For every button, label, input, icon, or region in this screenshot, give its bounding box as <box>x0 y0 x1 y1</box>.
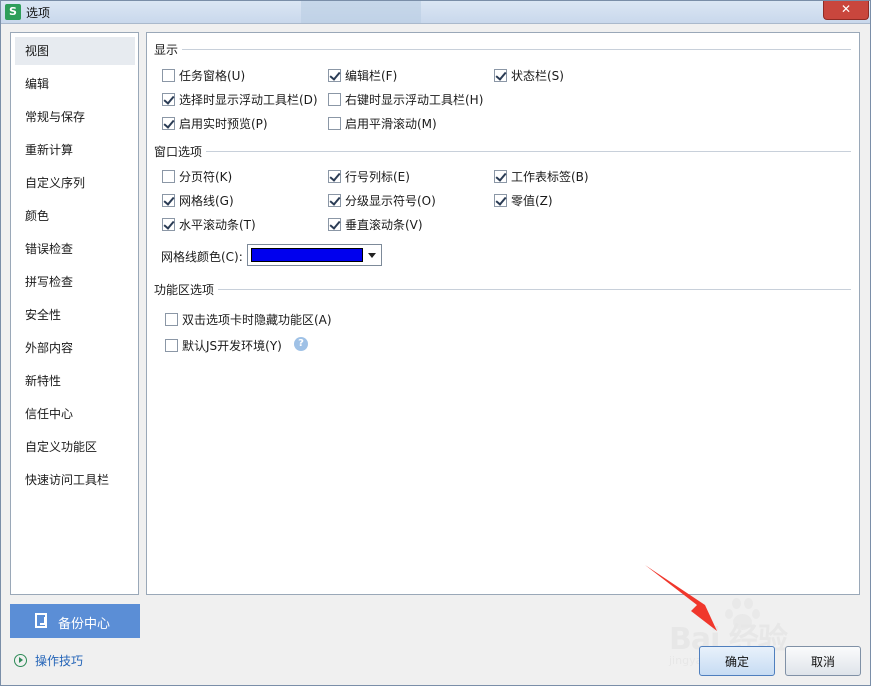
sidebar-item-edit[interactable]: 编辑 <box>15 70 135 98</box>
backup-icon <box>35 613 47 628</box>
cancel-button[interactable]: 取消 <box>785 646 861 676</box>
sidebar-item-custom-lists[interactable]: 自定义序列 <box>15 169 135 197</box>
play-circle-icon <box>14 654 27 667</box>
floating-toolbar-on-right-click-checkbox[interactable] <box>328 93 341 106</box>
annotation-arrow-icon <box>645 565 717 631</box>
gridlines-checkbox[interactable] <box>162 194 175 207</box>
close-button[interactable]: ✕ <box>823 1 869 20</box>
sidebar-item-general-save[interactable]: 常规与保存 <box>15 103 135 131</box>
default-js-ide-checkbox[interactable] <box>165 339 178 352</box>
formula-bar-checkbox[interactable] <box>328 69 341 82</box>
section-divider <box>203 151 851 152</box>
formula-bar-label: 编辑栏(F) <box>345 69 398 83</box>
gridline-color-label: 网格线颜色(C): <box>161 250 243 264</box>
live-preview-checkbox[interactable] <box>162 117 175 130</box>
outline-symbols-label: 分级显示符号(O) <box>345 194 436 208</box>
sidebar-item-new-features[interactable]: 新特性 <box>15 367 135 395</box>
window-options-section-title: 窗口选项 <box>154 143 207 160</box>
hide-ribbon-on-double-click-label: 双击选项卡时隐藏功能区(A) <box>182 313 332 327</box>
ribbon-section-title: 功能区选项 <box>154 281 219 298</box>
chevron-down-icon[interactable] <box>365 246 380 264</box>
smooth-scroll-label: 启用平滑滚动(M) <box>345 117 437 131</box>
horizontal-scrollbar-checkbox[interactable] <box>162 218 175 231</box>
sidebar-item-colors[interactable]: 颜色 <box>15 202 135 230</box>
section-divider <box>179 49 851 50</box>
display-section-title: 显示 <box>154 41 183 58</box>
row-column-headers-checkbox[interactable] <box>328 170 341 183</box>
sidebar-item-trust-center[interactable]: 信任中心 <box>15 400 135 428</box>
gridline-color-dropdown[interactable] <box>247 244 382 266</box>
section-divider <box>215 289 851 290</box>
title-strip <box>301 1 421 23</box>
sheet-tabs-label: 工作表标签(B) <box>511 170 589 184</box>
task-pane-label: 任务窗格(U) <box>179 69 246 83</box>
status-bar-label: 状态栏(S) <box>511 69 564 83</box>
status-bar-checkbox[interactable] <box>494 69 507 82</box>
gridline-color-swatch <box>251 248 363 262</box>
sidebar: 视图 编辑 常规与保存 重新计算 自定义序列 颜色 错误检查 拼写检查 安全性 … <box>10 32 139 595</box>
floating-toolbar-on-select-checkbox[interactable] <box>162 93 175 106</box>
sheet-tabs-checkbox[interactable] <box>494 170 507 183</box>
help-icon[interactable]: ? <box>294 337 308 351</box>
row-column-headers-label: 行号列标(E) <box>345 170 410 184</box>
operation-tips-label: 操作技巧 <box>35 654 84 668</box>
hide-ribbon-on-double-click-checkbox[interactable] <box>165 313 178 326</box>
title-bar: S 选项 ✕ <box>1 1 870 24</box>
sidebar-item-security[interactable]: 安全性 <box>15 301 135 329</box>
zero-values-label: 零值(Z) <box>511 194 553 208</box>
view-options-panel: 显示 任务窗格(U) 编辑栏(F) 状态栏(S) 选择时显示浮动工具栏(D) 右… <box>146 32 860 595</box>
gridlines-label: 网格线(G) <box>179 194 234 208</box>
vertical-scrollbar-label: 垂直滚动条(V) <box>345 218 423 232</box>
smooth-scroll-checkbox[interactable] <box>328 117 341 130</box>
sidebar-item-quick-access-toolbar[interactable]: 快速访问工具栏 <box>15 466 135 494</box>
backup-center-label: 备份中心 <box>58 617 111 632</box>
task-pane-checkbox[interactable] <box>162 69 175 82</box>
page-breaks-label: 分页符(K) <box>179 170 233 184</box>
sidebar-item-recalculate[interactable]: 重新计算 <box>15 136 135 164</box>
default-js-ide-label: 默认JS开发环境(Y) <box>182 339 282 353</box>
vertical-scrollbar-checkbox[interactable] <box>328 218 341 231</box>
floating-toolbar-on-select-label: 选择时显示浮动工具栏(D) <box>179 93 318 107</box>
sidebar-item-external-content[interactable]: 外部内容 <box>15 334 135 362</box>
app-icon: S <box>5 4 21 20</box>
zero-values-checkbox[interactable] <box>494 194 507 207</box>
ok-button[interactable]: 确定 <box>699 646 775 676</box>
page-breaks-checkbox[interactable] <box>162 170 175 183</box>
outline-symbols-checkbox[interactable] <box>328 194 341 207</box>
options-dialog: S 选项 ✕ 视图 编辑 常规与保存 重新计算 自定义序列 颜色 错误检查 拼写… <box>0 0 871 686</box>
floating-toolbar-on-right-click-label: 右键时显示浮动工具栏(H) <box>345 93 484 107</box>
sidebar-item-view[interactable]: 视图 <box>15 37 135 65</box>
live-preview-label: 启用实时预览(P) <box>179 117 268 131</box>
backup-center-button[interactable]: 备份中心 <box>10 604 140 638</box>
sidebar-item-error-checking[interactable]: 错误检查 <box>15 235 135 263</box>
horizontal-scrollbar-label: 水平滚动条(T) <box>179 218 256 232</box>
dialog-title: 选项 <box>26 6 51 20</box>
sidebar-item-spelling[interactable]: 拼写检查 <box>15 268 135 296</box>
sidebar-item-customize-ribbon[interactable]: 自定义功能区 <box>15 433 135 461</box>
